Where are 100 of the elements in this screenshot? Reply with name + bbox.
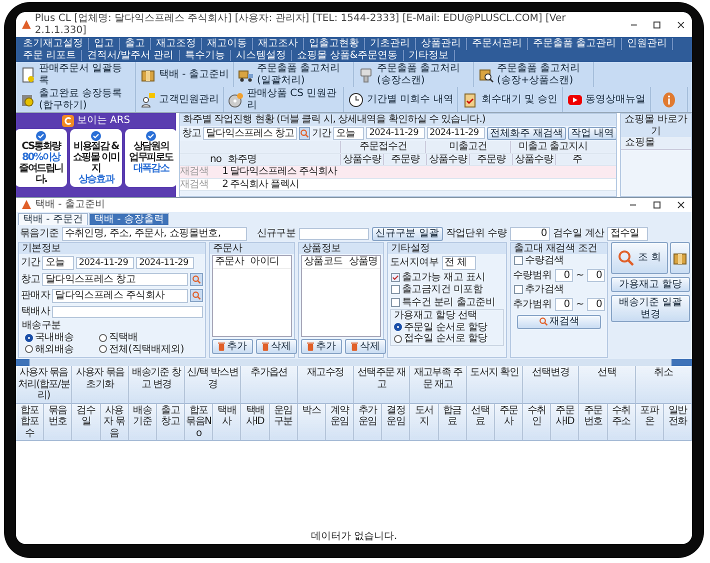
range-field[interactable]: 0 xyxy=(586,268,605,282)
toolbar-button[interactable]: 주문출품 출고처리(송장스캔) xyxy=(354,62,474,87)
range-field[interactable]: 0 xyxy=(554,298,573,311)
panel-button[interactable]: 작업 내역 xyxy=(568,126,616,140)
action-button[interactable]: 가용재고 할당 xyxy=(611,276,690,292)
toolbar-button[interactable]: 고객민원관리 xyxy=(136,87,224,112)
tilde-text: ~ xyxy=(576,270,584,281)
list-button[interactable]: 삭제 xyxy=(345,338,386,354)
date-field[interactable]: 2024-11-29 xyxy=(426,127,485,140)
radio-button[interactable] xyxy=(25,334,33,342)
period-dropdown[interactable]: 오늘 xyxy=(42,256,74,270)
radio-button[interactable] xyxy=(25,345,33,354)
radio-option[interactable]: 접수일 순서로 할당 xyxy=(391,333,503,344)
menu-item[interactable]: 시스템설정 xyxy=(230,50,292,61)
toolbar-button[interactable]: 택배 - 출고준비 xyxy=(136,62,234,87)
menu-item[interactable]: 특수기능 xyxy=(180,50,231,61)
range-field[interactable]: 0 xyxy=(586,298,605,311)
maximize-icon[interactable] xyxy=(652,20,662,30)
menu-item[interactable]: 주문 리포트 xyxy=(18,50,82,61)
column-header: 묶음번호 xyxy=(44,404,72,440)
panel-button[interactable]: 전체화주 재검색 xyxy=(486,126,566,140)
maximize-icon[interactable] xyxy=(652,200,662,210)
menu-item[interactable]: 재고이동 xyxy=(202,38,253,50)
tab[interactable]: 택배 - 주문건 xyxy=(18,212,88,225)
toolbar-button[interactable]: 회수대기 및 승인 xyxy=(458,87,563,112)
radio-option[interactable]: 주문일 순서로 할당 xyxy=(391,322,503,333)
bundle-dropdown[interactable]: 수취인명, 주소, 주문사, 쇼핑몰번호, xyxy=(62,227,247,240)
checkbox[interactable] xyxy=(391,272,400,282)
menu-item[interactable]: 초기재고설정 xyxy=(18,38,89,50)
close-icon[interactable] xyxy=(676,20,686,30)
radio-option[interactable]: 전체(직택배제외) xyxy=(96,344,202,355)
checkbox-option[interactable]: 출고금지건 미포함 xyxy=(388,284,506,296)
search-icon xyxy=(192,291,201,300)
toolbar-button[interactable]: 동영상매뉴얼 xyxy=(562,87,651,112)
toolbar-button[interactable]: 기간별 미회수 내역 xyxy=(344,87,458,112)
menu-item[interactable]: 주문서관리 xyxy=(467,38,528,50)
tab[interactable]: 택배 - 송장출력 xyxy=(88,212,169,225)
box-button[interactable] xyxy=(670,242,690,274)
search-button[interactable] xyxy=(299,126,310,140)
group-title: 상품정보 xyxy=(299,242,383,254)
menu-item[interactable]: 기타정보 xyxy=(404,50,455,61)
checkbox-option[interactable]: 수량검색 xyxy=(511,255,607,266)
warehouse-field[interactable]: 달다익스프레스 창고 xyxy=(203,126,298,140)
menu-item[interactable]: 재고조정 xyxy=(151,38,202,50)
menu-item[interactable]: 상품관리 xyxy=(416,38,467,50)
table-row[interactable]: 재검색 1 달다익스프레스 주식회사 xyxy=(180,166,616,178)
search-button[interactable]: 조 회 xyxy=(611,242,668,274)
radio-button[interactable] xyxy=(98,334,107,342)
quantity-field[interactable]: 0 xyxy=(510,227,550,240)
menu-item[interactable]: 출고 xyxy=(120,38,151,50)
menu-item[interactable]: 재고조사 xyxy=(253,38,304,50)
bulk-type-button[interactable]: 신규구분 일괄 xyxy=(372,227,443,240)
radio-button[interactable] xyxy=(394,334,402,343)
list-button[interactable]: 삭제 xyxy=(256,338,297,354)
seller-dropdown[interactable]: 달다익스프레스 주식회사 xyxy=(52,289,188,302)
date-field[interactable]: 2024-11-29 xyxy=(366,127,424,140)
menu-item[interactable]: 입출고현황 xyxy=(304,38,365,50)
checkbox-option[interactable]: 출고가능 재고 표시 xyxy=(388,272,506,283)
menu-item[interactable]: 인원관리 xyxy=(622,38,674,50)
research-button[interactable]: 재검색 xyxy=(517,315,601,328)
radio-option[interactable]: 국내배송 xyxy=(22,332,92,344)
date-field[interactable]: 2024-11-29 xyxy=(76,256,134,269)
list-button[interactable]: 추가 xyxy=(212,338,253,354)
toolbar-button[interactable]: 판매상품 CS 민원관리 xyxy=(224,87,344,112)
radio-option[interactable]: 해외배송 xyxy=(22,344,92,355)
search-button[interactable] xyxy=(190,272,203,286)
date-field[interactable]: 2024-11-29 xyxy=(136,256,194,269)
horizontal-scrollbar[interactable] xyxy=(16,359,692,366)
toolbar-button[interactable]: 주문출품 출고처리(송장+상품스캔) xyxy=(474,62,594,87)
menu-item[interactable]: 기초관리 xyxy=(365,38,416,50)
radio-button[interactable] xyxy=(98,345,107,354)
field-label: 창고 xyxy=(182,128,201,139)
menu-item[interactable]: 입고 xyxy=(89,38,120,50)
radio-option[interactable]: 직택배 xyxy=(96,332,202,344)
toolbar-button[interactable]: 판매주문서 일괄등록 xyxy=(16,62,136,87)
table-row[interactable]: 재검색 2 주식회사 플렉시 xyxy=(180,178,616,191)
checkbox[interactable] xyxy=(391,298,400,307)
checkbox-option[interactable]: 추가검색 xyxy=(511,284,607,296)
action-button[interactable]: 배송기준 일괄변경 xyxy=(611,295,690,322)
island-dropdown[interactable]: 전 체 xyxy=(442,256,476,270)
search-icon xyxy=(300,128,310,138)
period-dropdown[interactable]: 오늘 xyxy=(333,126,364,140)
warehouse-dropdown[interactable]: 달다익스프레스 창고 xyxy=(42,272,188,286)
check-date-dropdown[interactable]: 접수일 xyxy=(607,227,648,240)
menu-item[interactable]: 쇼핑몰 상품&주문연동 xyxy=(292,50,404,61)
menu-item[interactable]: 주문출품 출고관리 xyxy=(528,38,622,50)
menu-item[interactable]: 견적서/발주서 관리 xyxy=(82,50,180,61)
search-button[interactable] xyxy=(190,289,203,302)
checkbox[interactable] xyxy=(391,285,400,294)
column-header: 상품코드 xyxy=(304,256,343,268)
radio-button[interactable] xyxy=(394,323,402,332)
toolbar-button[interactable]: 주문출품 출고처리(일괄처리) xyxy=(234,62,354,87)
checkbox[interactable] xyxy=(514,256,523,266)
group-header: 선택주문 재고 xyxy=(354,366,410,402)
checkbox[interactable] xyxy=(514,285,523,294)
close-icon[interactable] xyxy=(676,200,686,210)
toolbar-button[interactable]: 출고완료 송장등록(합구하기) xyxy=(16,87,136,112)
list-button[interactable]: 추가 xyxy=(301,338,342,354)
checkbox-option[interactable]: 특수건 분리 출고준비 xyxy=(388,296,506,308)
range-field[interactable]: 0 xyxy=(554,268,573,282)
